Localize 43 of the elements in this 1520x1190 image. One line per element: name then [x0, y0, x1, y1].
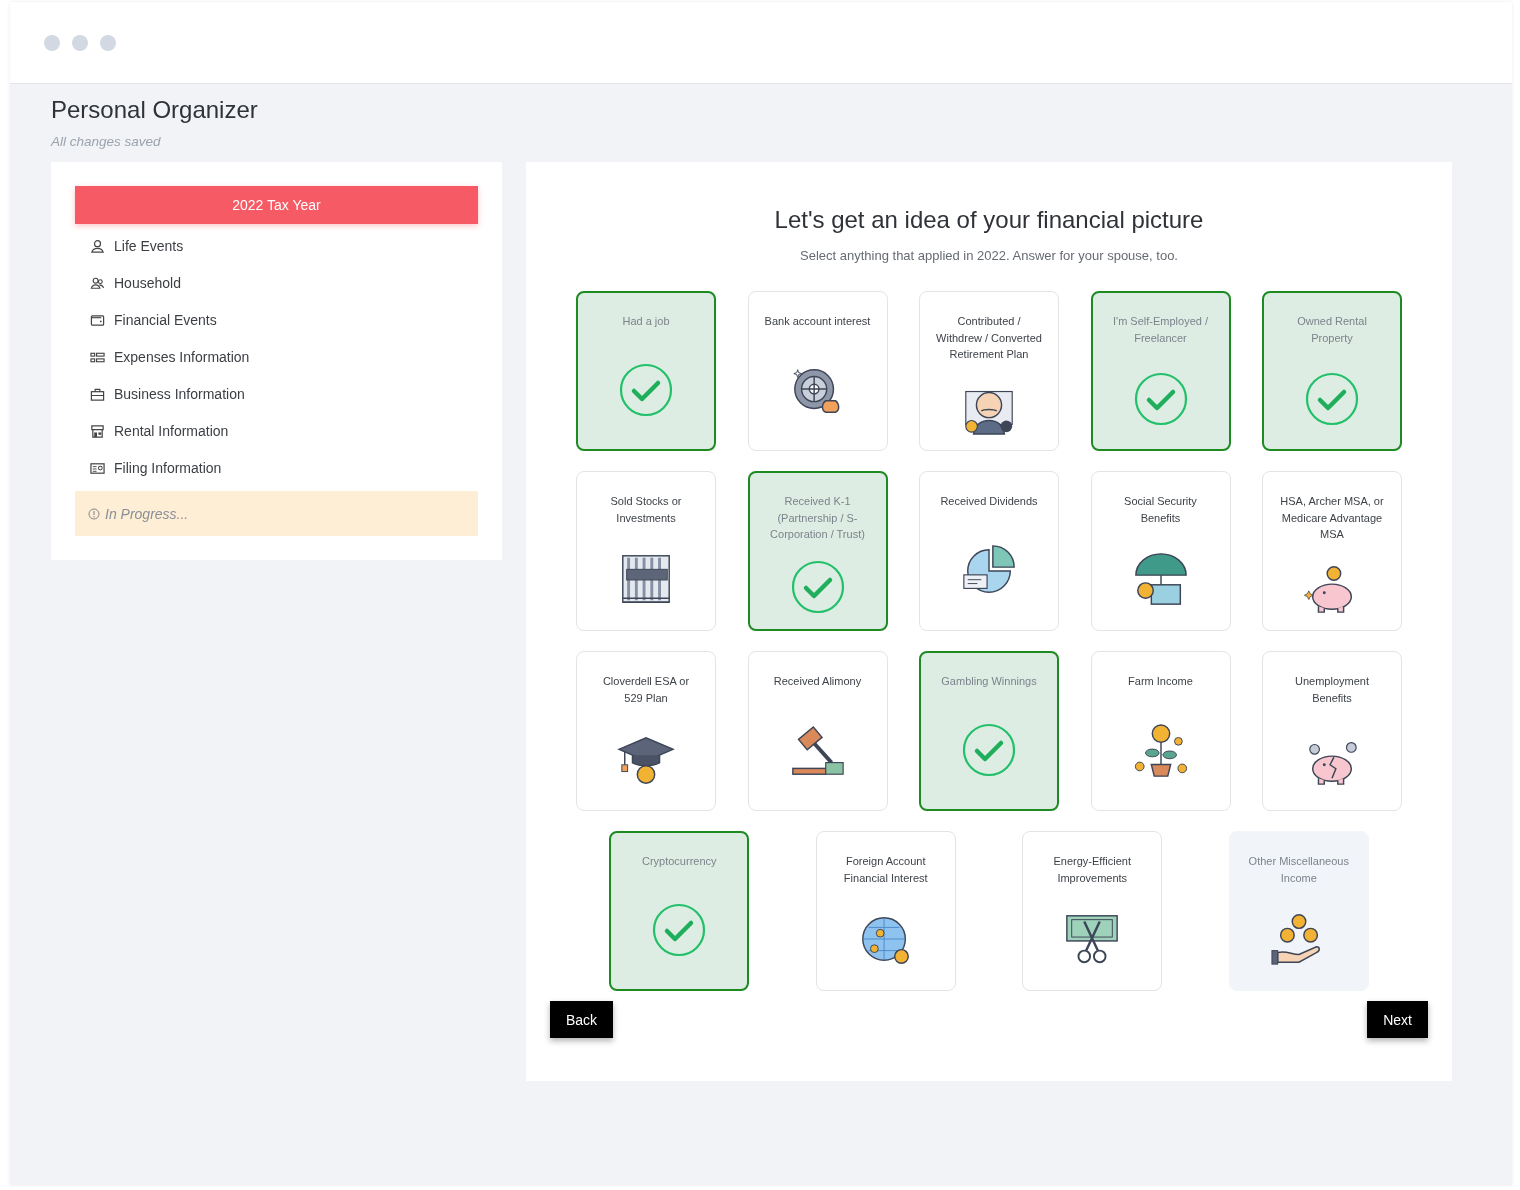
- option-card[interactable]: Energy-Efficient Improvements: [1022, 831, 1163, 991]
- section-subheading: Select anything that applied in 2022. Answer for your spouse, too.: [799, 248, 1179, 263]
- checkmark-circle-icon: [962, 723, 1016, 778]
- option-card[interactable]: Contributed / Withdrew / Converted Retirement Plan: [919, 291, 1059, 451]
- option-card[interactable]: Bank account interest: [747, 291, 888, 451]
- sidebar-item[interactable]: Financial Events: [90, 310, 478, 330]
- window-dot-icon: [100, 34, 116, 51]
- option-card[interactable]: Farm Income: [1090, 651, 1231, 811]
- option-card[interactable]: Received Dividends: [919, 471, 1059, 631]
- option-card[interactable]: HSA, Archer MSA, or Medicare Advantage MSA: [1262, 471, 1402, 631]
- info-icon: [88, 507, 100, 520]
- option-card[interactable]: Sold Stocks or Investments: [576, 471, 716, 631]
- window-dot-icon: [44, 34, 60, 51]
- sidebar-item[interactable]: Life Events: [90, 236, 478, 256]
- back-button[interactable]: Back: [550, 1001, 614, 1038]
- option-card[interactable]: Cloverdell ESA or 529 Plan: [576, 651, 716, 811]
- section-heading: Let's get an idea of your financial picture: [773, 206, 1205, 234]
- status-text: In Progress...: [105, 505, 189, 522]
- people-icon: [90, 275, 105, 291]
- next-button[interactable]: Next: [1367, 1001, 1428, 1038]
- option-card[interactable]: Social Security Benefits: [1090, 471, 1231, 631]
- sidebar-item[interactable]: Rental Information: [90, 421, 478, 441]
- save-status: All changes saved: [51, 134, 162, 149]
- id-card-icon: [90, 460, 105, 476]
- checkmark-circle-icon: [790, 559, 845, 614]
- checkmark-circle-icon: [1305, 371, 1359, 426]
- sidebar-item[interactable]: Filing Information: [90, 458, 478, 478]
- checkmark-circle-icon: [652, 903, 707, 958]
- checkmark-circle-icon: [1133, 371, 1188, 426]
- sidebar-item[interactable]: Household: [90, 273, 478, 293]
- wallet-icon: [90, 312, 105, 328]
- checkmark-circle-icon: [619, 363, 673, 418]
- page-title: Personal Organizer: [51, 96, 259, 124]
- person-icon: [90, 238, 105, 254]
- option-card[interactable]: Unemployment Benefits: [1262, 651, 1402, 811]
- option-card[interactable]: Foreign Account Financial Interest: [815, 831, 956, 991]
- option-card[interactable]: Received Alimony: [747, 651, 888, 811]
- briefcase-icon: [90, 386, 105, 402]
- store-icon: [90, 423, 105, 439]
- option-card[interactable]: Other Miscellaneous Income: [1228, 831, 1369, 991]
- sidebar-item[interactable]: Business Information: [90, 384, 478, 404]
- sidebar-item[interactable]: Expenses Information: [90, 347, 478, 367]
- window-dot-icon: [72, 34, 88, 51]
